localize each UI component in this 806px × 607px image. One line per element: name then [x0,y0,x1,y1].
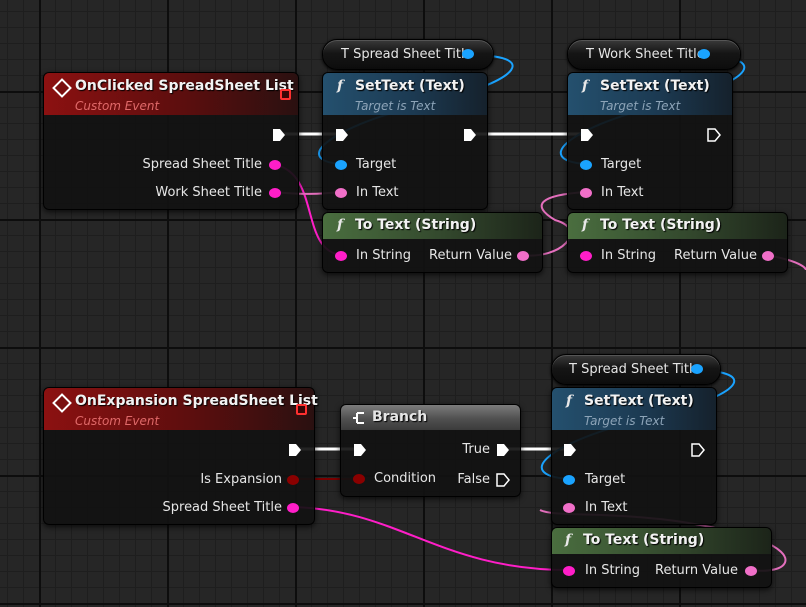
return-value-label: Return Value [429,248,512,263]
function-subtitle: Target is Text [355,99,436,113]
instring-label: In String [356,248,412,263]
exec-out-pin[interactable] [463,128,477,142]
totext-node[interactable]: f To Text (String) In String Return Valu… [567,212,788,273]
function-title: SetText (Text) [584,393,694,409]
function-title: To Text (String) [600,217,722,233]
function-icon: f [565,532,572,548]
condition-pin[interactable] [353,474,365,484]
false-label: False [457,472,490,487]
function-subtitle: Target is Text [600,99,681,113]
exec-in-pin[interactable] [353,443,367,457]
variable-spread-sheet-title[interactable]: T Spread Sheet Title [551,354,721,385]
intext-label: In Text [601,185,644,200]
exec-out-pin[interactable] [272,128,286,142]
settext-node[interactable]: f SetText (Text) Target is Text Target I… [322,72,488,210]
variable-label: T Spread Sheet Title [341,47,473,62]
exec-in-pin[interactable] [563,443,577,457]
exec-out-pin[interactable] [707,128,721,142]
text-out-pin[interactable] [517,251,529,261]
text-out-pin[interactable] [762,251,774,261]
object-pin[interactable] [462,49,474,59]
exec-in-pin[interactable] [580,128,594,142]
bool-pin[interactable] [287,475,299,485]
object-pin[interactable] [691,364,703,374]
function-icon: f [582,78,589,94]
intext-label: In Text [356,185,399,200]
variable-label: T Work Sheet Title [586,47,705,62]
target-label: Target [601,157,642,172]
text-out-pin[interactable] [745,566,757,576]
object-pin[interactable] [698,49,710,59]
settext-node[interactable]: f SetText (Text) Target is Text Target I… [567,72,733,210]
stop-square-icon[interactable] [280,89,291,100]
exec-in-pin[interactable] [335,128,349,142]
onclicked-event-node[interactable]: OnClicked SpreadSheet List Custom Event … [43,72,299,210]
event-subtitle: Custom Event [75,99,160,113]
string-pin[interactable] [287,503,299,513]
target-pin[interactable] [335,160,347,170]
stop-square-icon[interactable] [296,404,307,415]
pin-label-work-sheet-title: Work Sheet Title [155,185,262,200]
exec-out-pin[interactable] [288,443,302,457]
totext-node[interactable]: f To Text (String) In String Return Valu… [551,527,772,588]
string-in-pin[interactable] [563,566,575,576]
text-pin[interactable] [580,188,592,198]
text-pin[interactable] [335,188,347,198]
string-pin[interactable] [269,160,281,170]
true-label: True [462,442,490,457]
condition-label: Condition [374,471,437,486]
function-icon: f [337,217,344,233]
function-icon: f [566,393,573,409]
return-value-label: Return Value [674,248,757,263]
function-title: To Text (String) [583,532,705,548]
function-title: SetText (Text) [600,78,710,94]
exec-true-pin[interactable] [496,443,510,457]
string-in-pin[interactable] [580,251,592,261]
instring-label: In String [601,248,657,263]
text-pin[interactable] [563,503,575,513]
function-subtitle: Target is Text [584,414,665,428]
intext-label: In Text [585,500,628,515]
return-value-label: Return Value [655,563,738,578]
branch-title: Branch [372,409,428,425]
branch-node[interactable]: Branch True Condition False [340,404,521,497]
variable-work-sheet-title[interactable]: T Work Sheet Title [567,39,741,70]
pin-label-is-expansion: Is Expansion [200,472,282,487]
event-subtitle: Custom Event [75,414,160,428]
string-pin[interactable] [269,188,281,198]
target-label: Target [356,157,397,172]
function-title: SetText (Text) [355,78,465,94]
instring-label: In String [585,563,641,578]
variable-label: T Spread Sheet Title [569,362,701,377]
pin-label-spread-sheet-title: Spread Sheet Title [162,500,283,515]
event-title: OnClicked SpreadSheet List [75,78,294,94]
target-pin[interactable] [563,475,575,485]
function-title: To Text (String) [355,217,477,233]
exec-out-pin[interactable] [691,443,705,457]
branch-icon [352,410,366,424]
branch-header [341,405,520,430]
exec-false-pin[interactable] [496,473,510,487]
settext-node[interactable]: f SetText (Text) Target is Text Target I… [551,387,717,525]
event-title: OnExpansion SpreadSheet List [75,393,318,409]
target-label: Target [585,472,626,487]
function-icon: f [337,78,344,94]
function-icon: f [582,217,589,233]
onexpansion-event-node[interactable]: OnExpansion SpreadSheet List Custom Even… [43,387,318,525]
totext-node[interactable]: f To Text (String) In String Return Valu… [322,212,543,273]
string-in-pin[interactable] [335,251,347,261]
variable-spread-sheet-title[interactable]: T Spread Sheet Title [322,39,494,70]
pin-label-spread-sheet-title: Spread Sheet Title [142,157,263,172]
target-pin[interactable] [580,160,592,170]
